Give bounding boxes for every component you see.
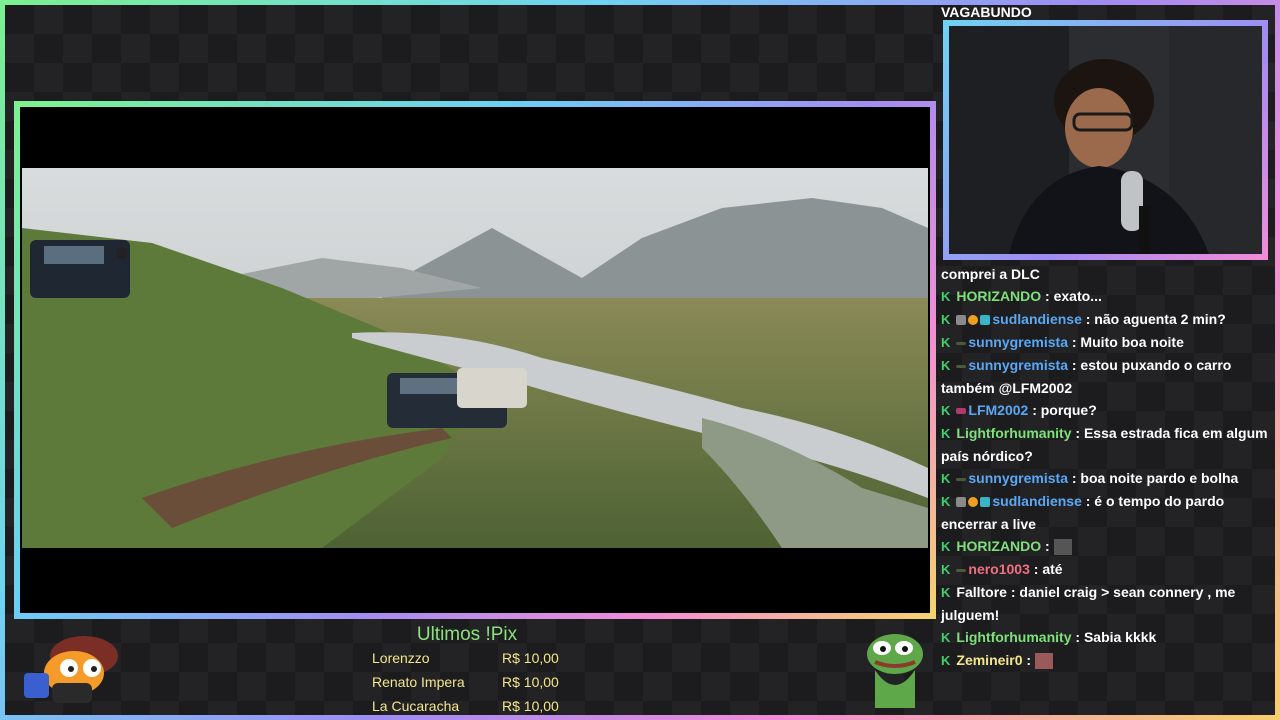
- vehicle: [30, 240, 130, 298]
- chat-username[interactable]: Falltore: [956, 584, 1007, 600]
- chat-username[interactable]: Lightforhumanity: [956, 629, 1071, 645]
- pix-title: Ultimos !Pix: [416, 624, 518, 645]
- pix-donations-panel: Ultimos !Pix Lorenzzo R$ 10,00 Renato Impe…: [372, 624, 592, 718]
- chat-text: : boa noite pardo e bolha: [1067, 470, 1239, 486]
- kick-badge-icon: K: [941, 426, 951, 441]
- chat-message: K LFM2002 : porque?: [941, 399, 1271, 422]
- chat-message: K Lightforhumanity : Essa estrada fica em…: [941, 422, 1271, 467]
- kick-badge-icon: K: [941, 403, 951, 418]
- pepe-frog-icon: [860, 630, 930, 715]
- kick-badge-icon: K: [941, 630, 951, 645]
- video-player[interactable]: [14, 101, 936, 619]
- chat-text: : Muito boa noite: [1067, 334, 1184, 350]
- chat-username[interactable]: nero1003: [968, 561, 1029, 577]
- kick-badge-icon: K: [941, 312, 951, 327]
- chat-emote-icon: [1034, 653, 1053, 670]
- chat-text: : Sabia kkkk: [1071, 629, 1157, 645]
- pix-row: Renato Impera R$ 10,00: [372, 670, 592, 694]
- chat-message: Ksudlandiense : não aguenta 2 min?: [941, 308, 1271, 331]
- gift-badge-icon: [980, 315, 991, 326]
- kick-badge-icon: K: [941, 335, 951, 350]
- kick-badge-icon: K: [941, 562, 951, 577]
- chat-username[interactable]: sudlandiense: [992, 311, 1081, 327]
- controller-badge-icon: [956, 497, 967, 508]
- dash-badge-icon: [956, 364, 967, 368]
- number-badge-icon: [968, 315, 979, 326]
- pix-row: Lorenzzo R$ 10,00: [372, 646, 592, 670]
- chat-username[interactable]: sunnygremista: [968, 334, 1068, 350]
- dash-badge-icon: [956, 477, 967, 481]
- kick-badge-icon: K: [941, 471, 951, 486]
- chat-username[interactable]: sunnygremista: [968, 470, 1068, 486]
- chat-message: K Falltore : daniel craig > sean connery …: [941, 581, 1271, 626]
- chat-message: Ksunnygremista : Muito boa noite: [941, 331, 1271, 354]
- vehicle: [457, 368, 527, 408]
- pix-amount: R$ 10,00: [502, 674, 559, 690]
- chat-message: K HORIZANDO :: [941, 535, 1271, 558]
- kick-badge-icon: K: [941, 358, 951, 373]
- character-emote-icon: [14, 628, 124, 713]
- kick-badge-icon: K: [941, 289, 951, 304]
- pix-donor-name: Lorenzzo: [372, 650, 430, 666]
- webcam-feed: [943, 20, 1268, 260]
- pix-row: La Cucaracha R$ 10,00: [372, 694, 592, 718]
- pix-amount: R$ 10,00: [502, 698, 559, 714]
- chat-message: Ksunnygremista : boa noite pardo e bolha: [941, 467, 1271, 490]
- kick-badge-icon: K: [941, 653, 951, 668]
- video-frame-image: [22, 168, 928, 548]
- dash-badge-icon: [956, 341, 967, 345]
- chat-text: :: [1022, 652, 1035, 668]
- chat-text: comprei a DLC: [941, 266, 1040, 282]
- chat-text: : exato...: [1041, 288, 1102, 304]
- chat-message: K Lightforhumanity : Sabia kkkk: [941, 626, 1271, 649]
- chat-username[interactable]: sudlandiense: [992, 493, 1081, 509]
- dash-badge-icon: [956, 568, 967, 572]
- chat-username[interactable]: Zemineir0: [956, 652, 1022, 668]
- kick-badge-icon: K: [941, 539, 951, 554]
- chat-header-username: VAGABUNDO: [941, 4, 1032, 20]
- chat-username[interactable]: LFM2002: [968, 402, 1028, 418]
- chat-username[interactable]: HORIZANDO: [956, 288, 1041, 304]
- crown-badge-icon: [956, 408, 967, 415]
- chat-text: : não aguenta 2 min?: [1081, 311, 1226, 327]
- chat-text: : porque?: [1028, 402, 1097, 418]
- chat-message: Knero1003 : até: [941, 558, 1271, 581]
- chat-text: :: [1041, 538, 1054, 554]
- chat-username[interactable]: HORIZANDO: [956, 538, 1041, 554]
- chat-message: K Zemineir0 :: [941, 649, 1271, 672]
- pix-amount: R$ 10,00: [502, 650, 559, 666]
- chat-message: comprei a DLC: [941, 263, 1271, 285]
- chat-username[interactable]: sunnygremista: [968, 357, 1068, 373]
- webcam-image: [949, 26, 1262, 254]
- kick-badge-icon: K: [941, 494, 951, 509]
- chat-emote-icon: [1053, 539, 1072, 556]
- gift-badge-icon: [980, 497, 991, 508]
- chat-message: Ksunnygremista : estou puxando o carro t…: [941, 354, 1271, 399]
- chat-text: : até: [1029, 561, 1063, 577]
- number-badge-icon: [968, 497, 979, 508]
- chat-panel: comprei a DLC K HORIZANDO : exato... Ksudla…: [941, 263, 1271, 672]
- pix-donor-name: Renato Impera: [372, 674, 465, 690]
- kick-badge-icon: K: [941, 585, 951, 600]
- chat-username[interactable]: Lightforhumanity: [956, 425, 1071, 441]
- chat-message: Ksudlandiense : é o tempo do pardo encer…: [941, 490, 1271, 535]
- chat-message: K HORIZANDO : exato...: [941, 285, 1271, 308]
- pix-donor-name: La Cucaracha: [372, 698, 460, 714]
- controller-badge-icon: [956, 315, 967, 326]
